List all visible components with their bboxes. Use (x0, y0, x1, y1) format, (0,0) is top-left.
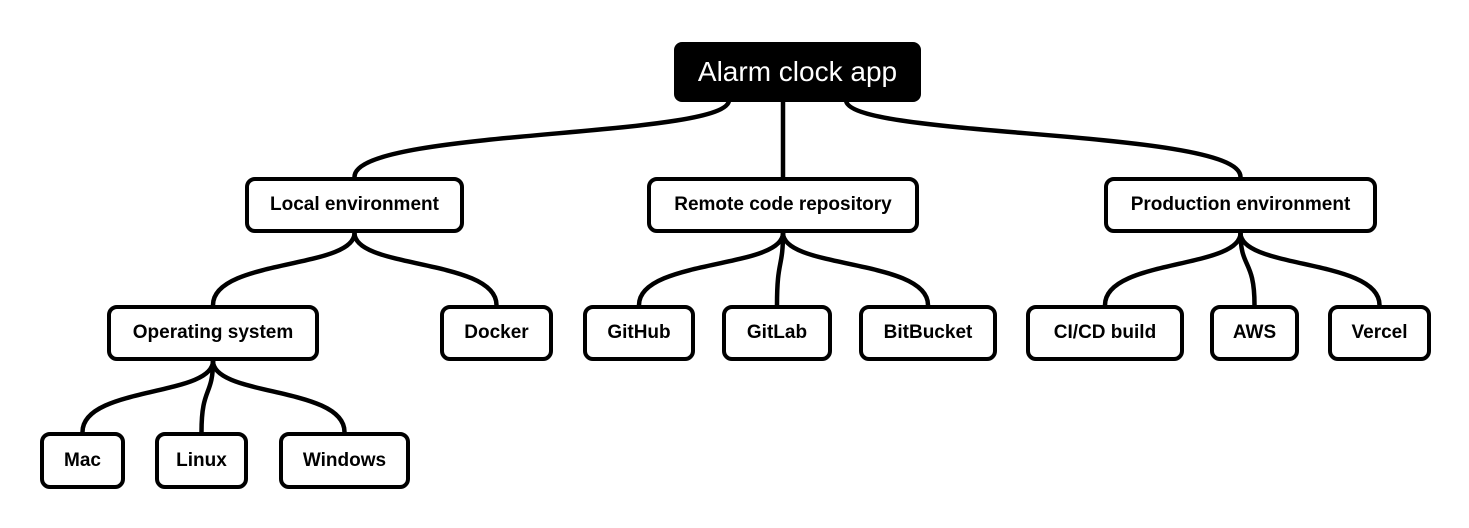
connector-remote-bitbucket (780, 230, 931, 308)
connector-local-docker (352, 230, 499, 308)
node-remote[interactable]: Remote code repository (647, 177, 919, 233)
node-aws[interactable]: AWS (1210, 305, 1299, 361)
node-root[interactable]: Alarm clock app (674, 42, 921, 102)
node-local[interactable]: Local environment (245, 177, 464, 233)
connector-os-mac (80, 358, 216, 435)
node-vercel[interactable]: Vercel (1328, 305, 1431, 361)
connector-root-local (352, 97, 732, 180)
node-prod[interactable]: Production environment (1104, 177, 1377, 233)
node-linux[interactable]: Linux (155, 432, 248, 489)
node-gitlab[interactable]: GitLab (722, 305, 832, 361)
node-github[interactable]: GitHub (583, 305, 695, 361)
node-mac[interactable]: Mac (40, 432, 125, 489)
connector-local-os (210, 230, 357, 308)
connector-remote-github (636, 230, 786, 308)
node-docker[interactable]: Docker (440, 305, 553, 361)
connector-prod-cicd (1102, 230, 1243, 308)
connector-os-windows (210, 358, 347, 435)
node-os[interactable]: Operating system (107, 305, 319, 361)
node-bitbucket[interactable]: BitBucket (859, 305, 997, 361)
node-cicd[interactable]: CI/CD build (1026, 305, 1184, 361)
node-windows[interactable]: Windows (279, 432, 410, 489)
connector-prod-vercel (1238, 230, 1382, 308)
connector-root-prod (843, 97, 1243, 180)
